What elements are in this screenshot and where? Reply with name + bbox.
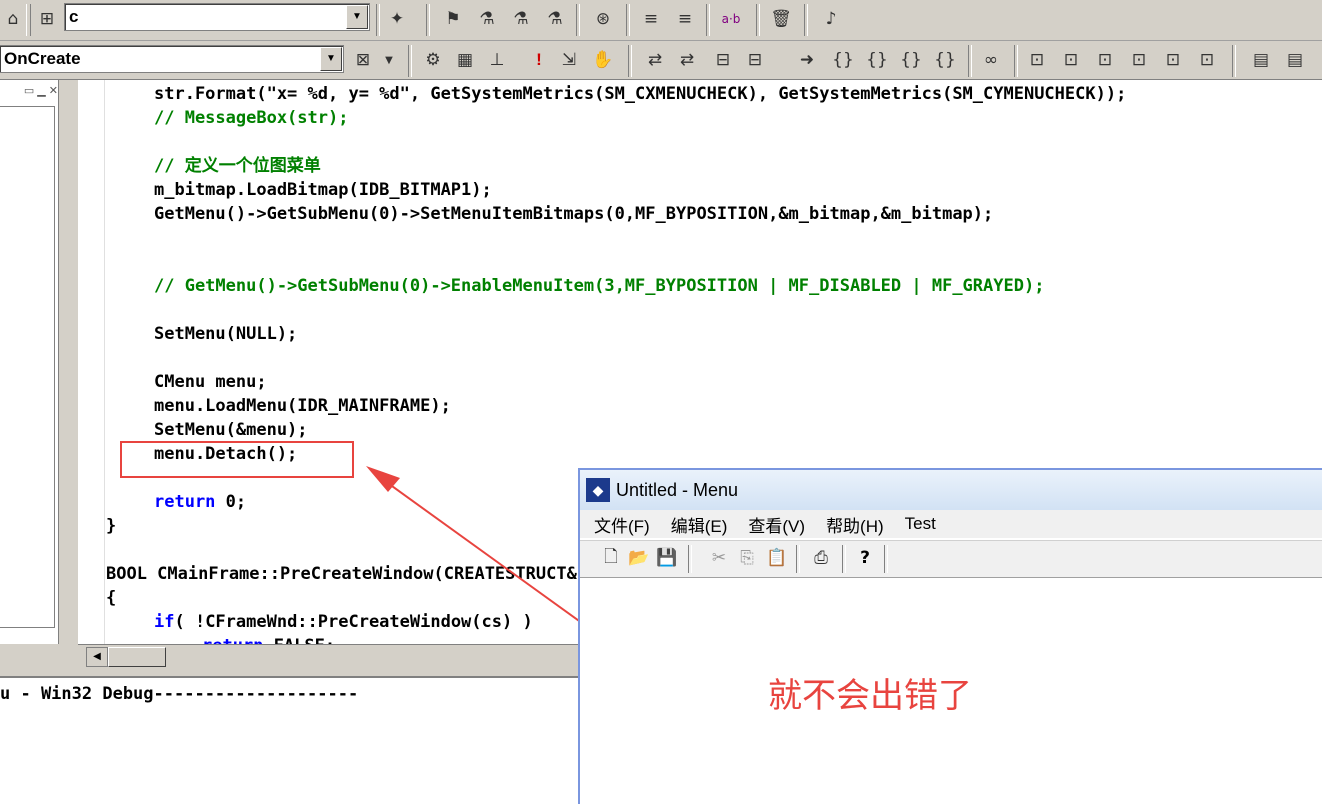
annotation-text: 就不会出错了 <box>768 676 972 716</box>
help-icon[interactable]: ? <box>852 545 878 571</box>
cut-icon[interactable]: ✂ <box>706 545 732 571</box>
toolbar-separator <box>796 545 800 573</box>
toolbar-separator <box>842 545 846 573</box>
paste-icon[interactable]: 📋 <box>764 545 790 571</box>
app-title: Untitled - Menu <box>616 479 739 500</box>
open-folder-icon[interactable]: 📂 <box>626 545 652 571</box>
app-menu-item[interactable]: Test <box>905 514 936 534</box>
new-file-icon[interactable]: 🗋 <box>598 545 624 571</box>
app-menubar: 文件(F) 编辑(E) 查看(V) 帮助(H) Test <box>580 510 1322 538</box>
app-menu-item[interactable]: 查看(V) <box>748 512 805 537</box>
app-toolbar: 🗋 📂 💾 ✂ ⎘ 📋 ⎙ ? <box>580 540 1322 578</box>
toolbar-separator <box>688 545 692 573</box>
app-titlebar[interactable]: ◆ Untitled - Menu <box>580 470 1322 510</box>
app-menu-item[interactable]: 帮助(H) <box>826 512 884 537</box>
app-icon: ◆ <box>586 478 610 502</box>
save-icon[interactable]: 💾 <box>654 545 680 571</box>
print-icon[interactable]: ⎙ <box>808 545 834 571</box>
app-menu-item[interactable]: 文件(F) <box>594 512 650 537</box>
toolbar-separator <box>884 545 888 573</box>
app-window[interactable]: ◆ Untitled - Menu 文件(F) 编辑(E) 查看(V) 帮助(H) Te… <box>578 468 1322 804</box>
copy-icon[interactable]: ⎘ <box>734 545 760 571</box>
app-menu-item[interactable]: 编辑(E) <box>671 512 728 537</box>
